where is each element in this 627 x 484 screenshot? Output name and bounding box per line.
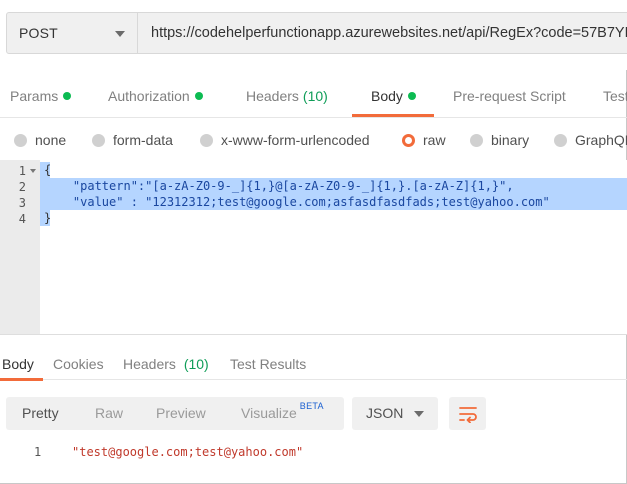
tab-label: Test Results	[230, 356, 307, 372]
status-dot-icon	[63, 92, 72, 100]
radio-raw[interactable]: raw	[402, 132, 446, 148]
status-dot-icon	[407, 92, 416, 100]
format-select[interactable]: JSON	[352, 397, 438, 430]
active-tab-indicator	[352, 114, 434, 117]
radio-label: GraphQL	[575, 132, 627, 148]
visualize-label: Visualize	[241, 405, 297, 421]
tab-label: Headers	[123, 356, 176, 372]
wrap-lines-icon	[458, 406, 477, 423]
radio-binary[interactable]: binary	[470, 132, 529, 148]
tab-params[interactable]: Params	[10, 88, 72, 104]
fold-arrow-icon[interactable]	[30, 169, 36, 173]
tab-tests[interactable]: Tests	[603, 88, 627, 104]
code-line: {	[44, 163, 52, 177]
radio-selected-icon	[402, 133, 415, 147]
wrap-lines-button[interactable]	[449, 397, 486, 430]
tab-label: Tests	[603, 88, 627, 104]
line-number-gutter: 1 2 3 4	[0, 160, 40, 334]
response-tab-body[interactable]: Body	[2, 356, 34, 372]
radio-label: raw	[423, 132, 446, 148]
response-body[interactable]: 1 "test@google.com;test@yahoo.com"	[0, 442, 627, 462]
response-tab-test-results[interactable]: Test Results	[230, 356, 306, 372]
request-body-editor[interactable]: 1 2 3 4 { "pattern":"[a-zA-Z0-9-_]{1,}@[…	[0, 160, 627, 334]
code-line: "value" : "12312312;test@google.com;asfa…	[44, 195, 550, 209]
radio-form-data[interactable]: form-data	[92, 132, 173, 148]
body-type-options: none form-data x-www-form-urlencoded raw…	[0, 126, 627, 156]
response-text: "test@google.com;test@yahoo.com"	[72, 445, 304, 459]
response-tab-cookies[interactable]: Cookies	[53, 356, 104, 372]
radio-circle-icon	[92, 133, 105, 147]
request-url-bar: POST https://codehelperfunctionapp.azure…	[0, 0, 627, 70]
radio-label: binary	[491, 132, 530, 148]
tab-headers[interactable]: Headers (10)	[246, 88, 328, 104]
chevron-down-icon	[115, 31, 125, 37]
method-label: POST	[19, 25, 58, 41]
radio-circle-icon	[200, 133, 213, 147]
radio-none[interactable]: none	[14, 132, 66, 148]
tab-label: Body	[2, 356, 34, 372]
view-visualize-button[interactable]: Visualize BETA	[241, 401, 324, 421]
radio-x-www-form-urlencoded[interactable]: x-www-form-urlencoded	[200, 132, 370, 148]
tab-label: Pre-request Script	[453, 88, 566, 104]
response-tabs: Body Cookies Headers (10) Test Results	[0, 344, 627, 381]
format-label: JSON	[366, 405, 404, 421]
tab-pre-request-script[interactable]: Pre-request Script	[453, 88, 566, 104]
tab-label: Headers	[246, 88, 299, 104]
url-input[interactable]: https://codehelperfunctionapp.azurewebsi…	[138, 12, 627, 54]
response-tab-headers[interactable]: Headers (10)	[123, 356, 209, 372]
tab-label: Authorization	[108, 88, 190, 104]
tab-count: (10)	[302, 88, 328, 104]
radio-label: x-www-form-urlencoded	[221, 132, 370, 148]
beta-badge: BETA	[299, 401, 324, 411]
radio-label: none	[35, 132, 67, 148]
radio-circle-icon	[14, 133, 27, 147]
tab-label: Body	[371, 88, 403, 104]
tab-authorization[interactable]: Authorization	[108, 88, 203, 104]
pane-divider[interactable]	[0, 334, 627, 335]
tab-count: (10)	[183, 356, 209, 372]
view-raw-button[interactable]: Raw	[95, 405, 123, 421]
chevron-down-icon	[414, 411, 424, 417]
tab-body[interactable]: Body	[371, 88, 416, 104]
active-tab-indicator	[0, 378, 43, 381]
radio-graphql[interactable]: GraphQL	[554, 132, 627, 148]
tab-label: Cookies	[53, 356, 104, 372]
tab-label: Params	[10, 88, 59, 104]
line-number: 1	[34, 445, 42, 459]
code-line: }	[44, 211, 52, 225]
view-pretty-button[interactable]: Pretty	[22, 405, 59, 421]
radio-circle-icon	[554, 133, 567, 147]
status-dot-icon	[194, 92, 203, 100]
postman-window: POST https://codehelperfunctionapp.azure…	[0, 0, 627, 484]
view-preview-button[interactable]: Preview	[156, 405, 206, 421]
method-select[interactable]: POST	[6, 12, 138, 54]
request-tabs: Params Authorization Headers (10) Body P…	[0, 78, 627, 118]
radio-circle-icon	[470, 133, 483, 147]
response-view-modes: Pretty Raw Preview Visualize BETA	[6, 397, 344, 430]
radio-label: form-data	[113, 132, 173, 148]
url-text: https://codehelperfunctionapp.azurewebsi…	[151, 25, 627, 41]
code-line: "pattern":"[a-zA-Z0-9-_]{1,}@[a-zA-Z0-9-…	[44, 179, 514, 193]
